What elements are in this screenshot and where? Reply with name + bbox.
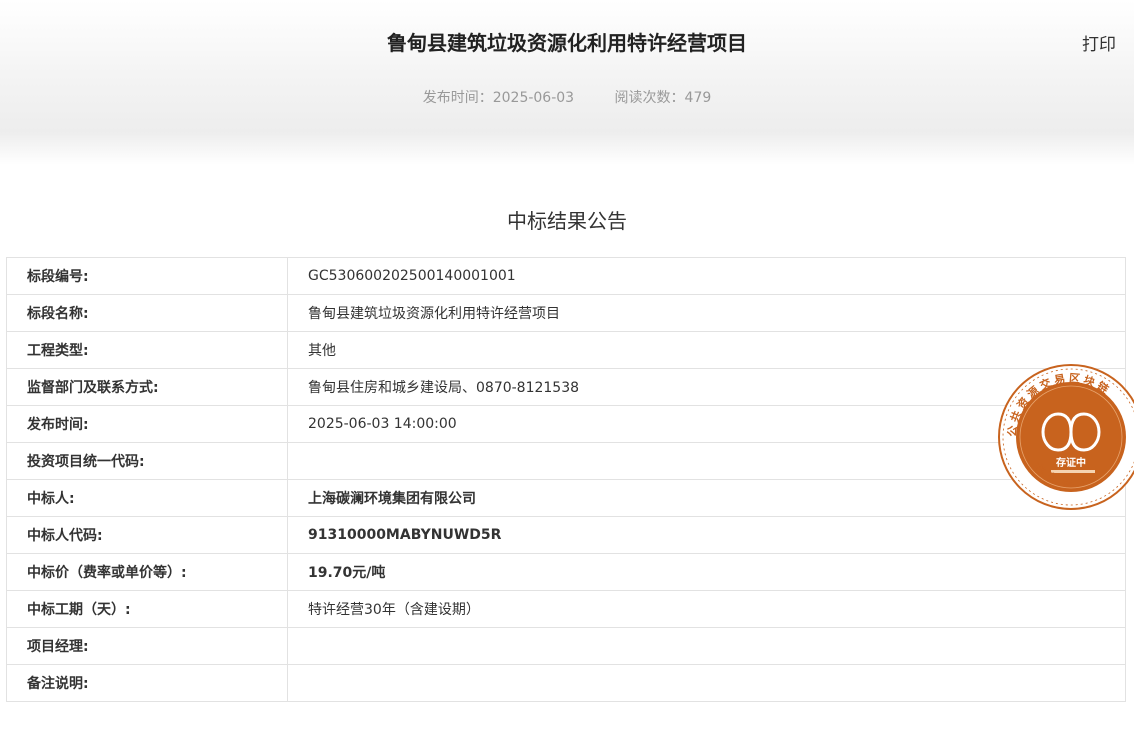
row-label: 投资项目统一代码: xyxy=(6,442,288,480)
article-meta: 发布时间：2025-06-03 阅读次数：479 xyxy=(0,87,1134,107)
row-label: 备注说明: xyxy=(6,664,288,702)
row-label: 标段名称: xyxy=(6,294,288,332)
table-row: 中标价（费率或单价等）: 19.70元/吨 xyxy=(6,553,1126,591)
row-label: 发布时间: xyxy=(6,405,288,443)
table-row: 中标人: 上海碳澜环境集团有限公司 xyxy=(6,479,1126,517)
table-row: 备注说明: xyxy=(6,664,1126,702)
row-label: 中标人代码: xyxy=(6,516,288,554)
table-row: 投资项目统一代码: xyxy=(6,442,1126,480)
page-title: 鲁甸县建筑垃圾资源化利用特许经营项目 xyxy=(387,31,747,55)
winner-code: 91310000MABYNUWD5R xyxy=(287,516,1126,554)
publish-time: 发布时间：2025-06-03 xyxy=(422,90,575,106)
row-label: 中标人: xyxy=(6,479,288,517)
table-row: 中标工期（天）: 特许经营30年（含建设期） xyxy=(6,590,1126,628)
row-label: 监督部门及联系方式: xyxy=(6,368,288,406)
row-label: 中标工期（天）: xyxy=(6,590,288,628)
page-header: 鲁甸县建筑垃圾资源化利用特许经营项目 打印 发布时间：2025-06-03 阅读… xyxy=(0,0,1134,165)
table-row: 中标人代码: 91310000MABYNUWD5R xyxy=(6,516,1126,554)
table-row: 项目经理: xyxy=(6,627,1126,665)
table-row: 发布时间: 2025-06-03 14:00:00 xyxy=(6,405,1126,443)
read-count: 阅读次数：479 xyxy=(614,90,712,106)
table-row: 监督部门及联系方式: 鲁甸县住房和城乡建设局、0870-8121538 xyxy=(6,368,1126,406)
blockchain-seal-icon: 存证中 公共资源交易区块链 存证标识 xyxy=(998,364,1134,510)
table-row: 标段名称: 鲁甸县建筑垃圾资源化利用特许经营项目 xyxy=(6,294,1126,332)
row-label: 中标价（费率或单价等）: xyxy=(6,553,288,591)
row-value: 鲁甸县建筑垃圾资源化利用特许经营项目 xyxy=(287,294,1126,332)
row-label: 项目经理: xyxy=(6,627,288,665)
table-row: 标段编号: GC5306002025001400010​01 xyxy=(6,257,1126,295)
notice-title: 中标结果公告 xyxy=(507,209,627,233)
table-row: 工程类型: 其他 xyxy=(6,331,1126,369)
row-value: 特许经营30年（含建设期） xyxy=(287,590,1126,628)
row-value: GC5306002025001400010​01 xyxy=(287,257,1126,295)
print-button[interactable]: 打印 xyxy=(1082,30,1116,55)
row-value xyxy=(287,664,1126,702)
row-label: 工程类型: xyxy=(6,331,288,369)
result-table: 标段编号: GC5306002025001400010​01 标段名称: 鲁甸县… xyxy=(6,257,1126,702)
winning-price: 19.70元/吨 xyxy=(287,553,1126,591)
row-label: 标段编号: xyxy=(6,257,288,295)
seal-center-text: 存证中 xyxy=(1056,456,1086,469)
row-value xyxy=(287,627,1126,665)
